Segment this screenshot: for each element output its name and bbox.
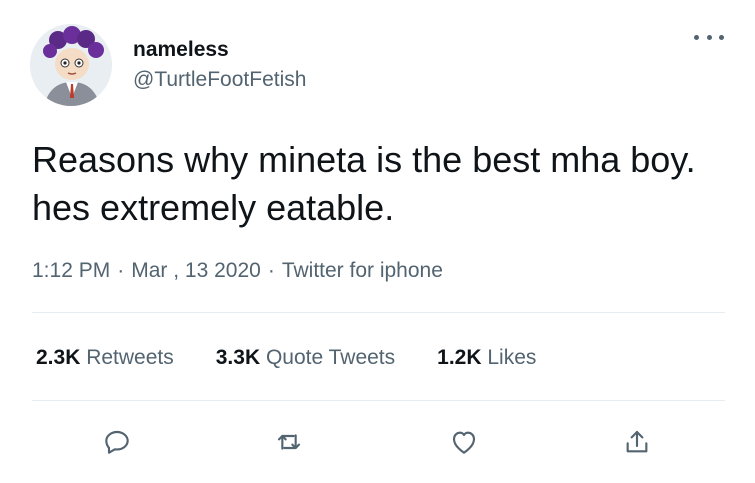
- quote-tweets-stat[interactable]: 3.3K Quote Tweets: [216, 344, 395, 372]
- display-name[interactable]: nameless: [133, 37, 229, 63]
- likes-count: 1.2K: [437, 346, 482, 369]
- retweets-count: 2.3K: [36, 346, 81, 369]
- quote-tweets-label: Quote Tweets: [265, 346, 396, 369]
- separator: ·: [117, 259, 125, 282]
- tweet-time[interactable]: 1:12 PM: [32, 259, 110, 282]
- reply-icon[interactable]: [99, 424, 135, 460]
- dot: [719, 34, 724, 40]
- likes-stat[interactable]: 1.2K Likes: [437, 344, 536, 372]
- dot: [694, 34, 699, 40]
- likes-label: Likes: [487, 346, 537, 369]
- separator: ·: [267, 259, 275, 282]
- retweets-stat[interactable]: 2.3K Retweets: [36, 344, 174, 372]
- divider: [32, 312, 725, 313]
- more-options-icon[interactable]: [694, 27, 724, 47]
- tweet-date[interactable]: Mar , 13 2020: [131, 259, 261, 282]
- retweet-icon[interactable]: [271, 424, 307, 460]
- tweet-text: Reasons why mineta is the best mha boy. …: [32, 139, 696, 228]
- retweets-label: Retweets: [86, 346, 174, 369]
- tweet-stats: 2.3K Retweets 3.3K Quote Tweets 1.2K Lik…: [36, 344, 578, 372]
- avatar[interactable]: [30, 24, 112, 106]
- avatar-image: [30, 24, 112, 106]
- quote-tweets-count: 3.3K: [215, 346, 261, 369]
- user-handle[interactable]: @TurtleFootFetish: [133, 67, 306, 93]
- tweet-card: nameless @TurtleFootFetish Reasons why m…: [0, 0, 755, 483]
- tweet-metadata: 1:12 PM · Mar , 13 2020 · Twitter for iphone: [32, 256, 443, 286]
- tweet-source[interactable]: Twitter for iphone: [282, 259, 443, 282]
- tweet-actions: [0, 424, 755, 464]
- heart-icon[interactable]: [446, 424, 482, 460]
- divider: [32, 400, 725, 401]
- share-icon[interactable]: [619, 424, 655, 460]
- dot: [706, 34, 712, 40]
